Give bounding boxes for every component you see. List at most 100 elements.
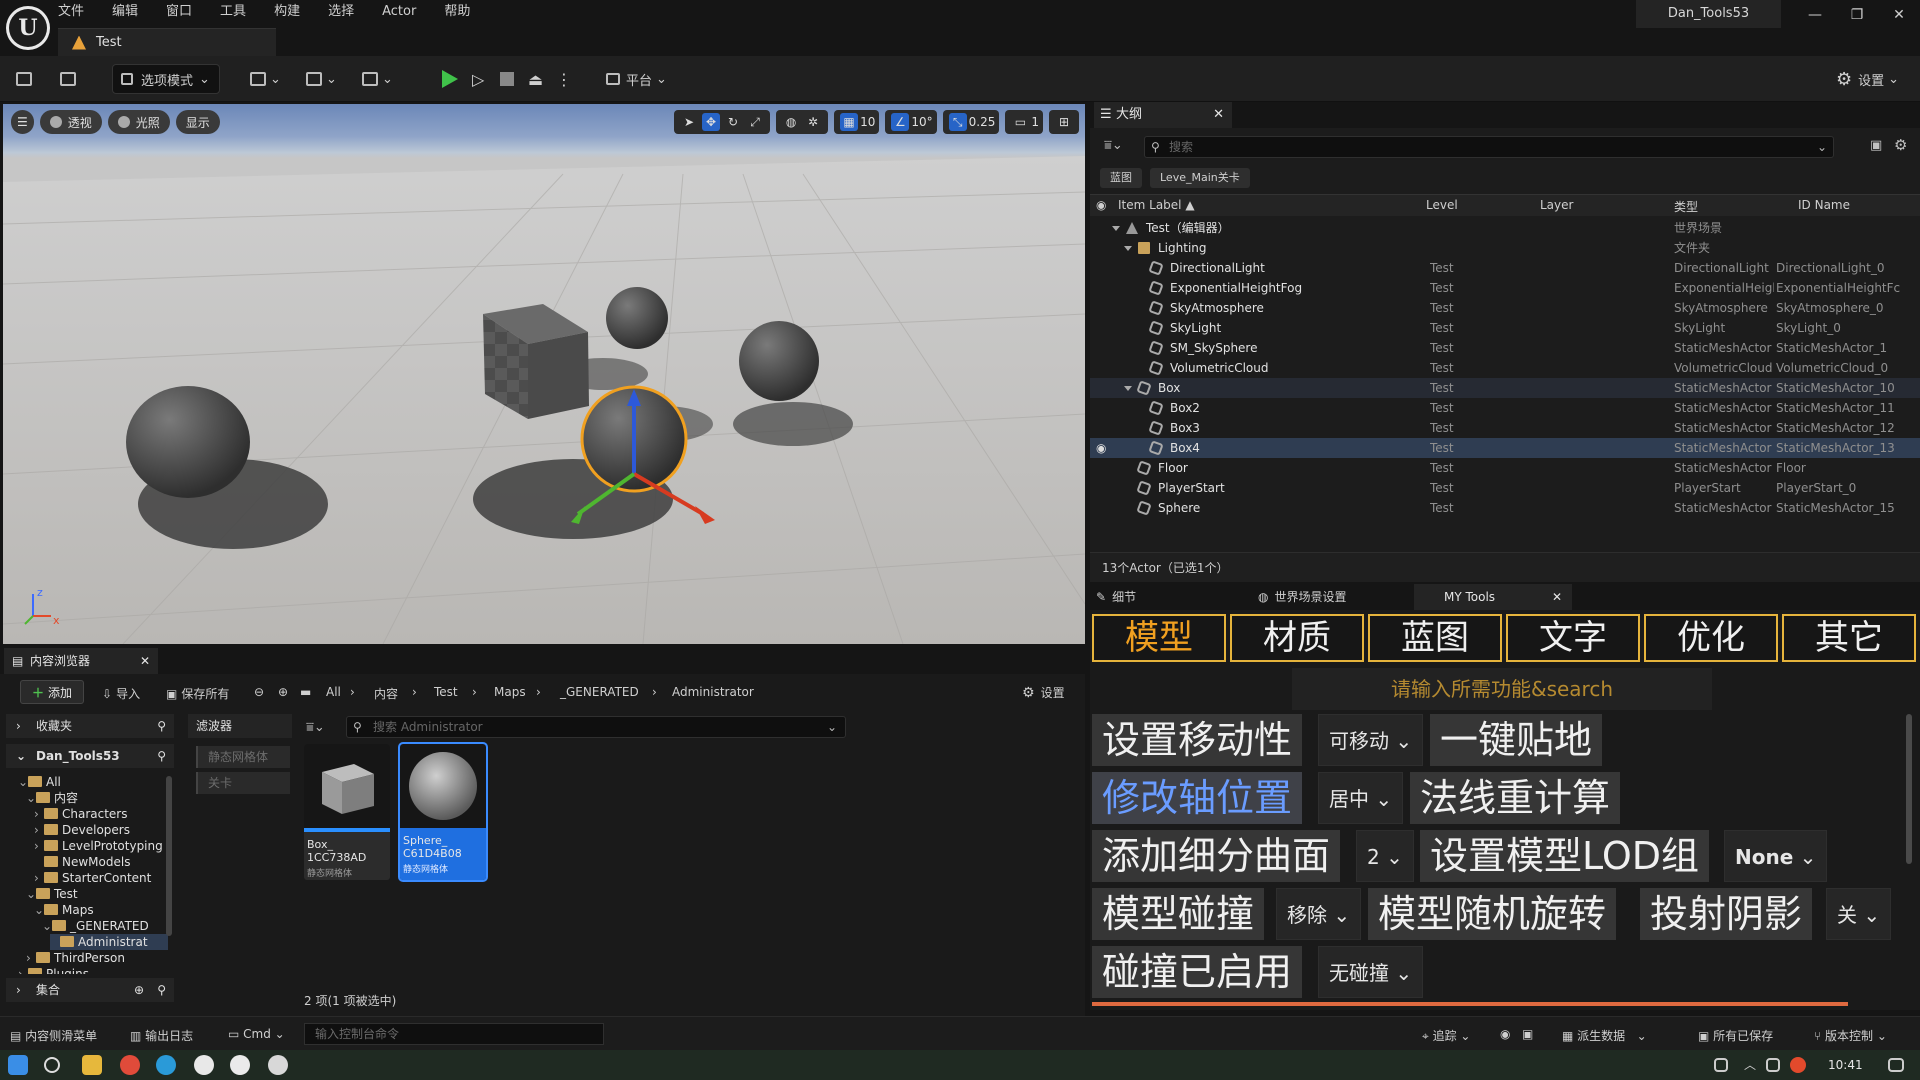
console-input[interactable]: 输入控制台命令 (304, 1023, 604, 1045)
notification-icon[interactable] (1888, 1058, 1904, 1072)
expand-arrow-icon[interactable]: › (34, 822, 44, 838)
search-icon[interactable] (44, 1057, 60, 1073)
content-drawer-button[interactable]: ▤ 内容侧滑菜单 (10, 1027, 97, 1044)
expand-arrow-icon[interactable]: ⌄ (18, 774, 28, 790)
breadcrumb-test[interactable]: Test (434, 685, 458, 699)
expand-arrow-icon[interactable] (1124, 246, 1132, 251)
browse-icon[interactable] (60, 64, 76, 94)
import-button[interactable]: ⇩ 导入 (102, 685, 140, 702)
recompute-normals-button[interactable]: 法线重计算 (1410, 772, 1621, 824)
outliner-row[interactable]: SkyLight Test SkyLight SkyLight_0 (1090, 318, 1920, 338)
folder-item[interactable]: › Plugins (18, 966, 89, 974)
folder-item[interactable]: › ThirdPerson (26, 950, 125, 966)
category-other[interactable]: 其它 (1782, 614, 1916, 662)
folder-item[interactable]: NewModels (34, 854, 130, 870)
filter-static-mesh[interactable]: 静态网格体 (196, 746, 290, 768)
outliner-row[interactable]: Box3 Test StaticMeshActor StaticMeshActor_1… (1090, 418, 1920, 438)
asset-tile-sphere[interactable]: Sphere_ C61D4B08 静态网格体 (398, 742, 488, 882)
cinematics-icon[interactable]: ⌄ (362, 64, 393, 94)
my-tools-search-input[interactable]: 请输入所需功能&search (1292, 668, 1712, 710)
menu-file[interactable]: 文件 (58, 0, 84, 24)
world-icon[interactable]: ◍ (782, 113, 800, 131)
random-rotate-button[interactable]: 模型随机旋转 (1368, 888, 1617, 940)
play-button[interactable] (442, 64, 458, 94)
outliner-row[interactable]: SkyAtmosphere Test SkyAtmosphere SkyAtmosph… (1090, 298, 1920, 318)
expand-arrow-icon[interactable]: ⌄ (42, 918, 52, 934)
category-model[interactable]: 模型 (1092, 614, 1226, 662)
folder-item[interactable]: ⌄ 内容 (26, 790, 78, 806)
outliner-search-input[interactable]: ⚲ 搜索 ⌄ (1144, 136, 1834, 158)
search-icon[interactable]: ⚲ (157, 978, 166, 1002)
add-collection-icon[interactable]: ⊕ (134, 978, 144, 1002)
save-icon[interactable] (16, 64, 32, 94)
derived-data-button[interactable]: ▦ 派生数据 ⌄ (1562, 1027, 1647, 1044)
outliner-row[interactable]: PlayerStart Test PlayerStart PlayerStart_0 (1090, 478, 1920, 498)
wifi-icon[interactable] (1766, 1058, 1780, 1072)
expand-arrow-icon[interactable]: › (34, 870, 44, 886)
pivot-dropdown[interactable]: 居中 ⌄ (1318, 772, 1404, 824)
show-button[interactable]: 显示 (175, 110, 220, 134)
collision-enabled-button[interactable]: 碰撞已启用 (1092, 946, 1303, 998)
platform-button[interactable]: 平台 ⌄ (606, 64, 667, 94)
add-folder-icon[interactable]: ▣ (1870, 138, 1882, 153)
folder-item[interactable]: › LevelPrototyping (34, 838, 163, 854)
layout-icon[interactable]: ⊞ (1049, 110, 1079, 134)
breadcrumb-generated[interactable]: _GENERATED (560, 685, 639, 699)
gear-icon[interactable]: ⚙ (1894, 136, 1907, 154)
set-mobility-button[interactable]: 设置移动性 (1092, 714, 1303, 766)
collections-section[interactable]: › 集合 ⊕ ⚲ (6, 978, 174, 1002)
expand-arrow-icon[interactable] (1124, 386, 1132, 391)
all-saved-status[interactable]: ▣ 所有已保存 (1698, 1027, 1773, 1044)
menu-window[interactable]: 窗口 (166, 0, 192, 24)
snap-to-ground-button[interactable]: 一键贴地 (1430, 714, 1603, 766)
close-icon[interactable]: ✕ (1213, 102, 1224, 128)
category-blueprint[interactable]: 蓝图 (1368, 614, 1502, 662)
close-icon[interactable]: ✕ (140, 648, 150, 674)
forward-icon[interactable]: ⊕ (278, 685, 288, 699)
outliner-row[interactable]: Box2 Test StaticMeshActor StaticMeshActor_1… (1090, 398, 1920, 418)
settings-button[interactable]: ⚙ 设置 ⌄ (1836, 64, 1899, 94)
chip-level[interactable]: Leve_Main关卡 (1150, 168, 1250, 188)
restore-button[interactable]: ❐ (1840, 4, 1874, 26)
rotate-icon[interactable]: ↻ (724, 113, 742, 131)
antivirus-icon[interactable] (1790, 1057, 1806, 1073)
expand-arrow-icon[interactable]: ⌄ (26, 790, 36, 806)
cast-shadow-button[interactable]: 投射阴影 (1640, 888, 1813, 940)
search-icon[interactable]: ⚲ (157, 744, 166, 768)
expand-arrow-icon[interactable]: › (18, 966, 28, 974)
eject-button[interactable]: ⏏ (528, 64, 543, 94)
visibility-icon[interactable]: ◉ (1096, 438, 1106, 458)
project-section[interactable]: ⌄ Dan_Tools53 ⚲ (6, 744, 174, 768)
screenshot-icon[interactable]: ▣ (1522, 1027, 1533, 1041)
add-button[interactable]: ＋ 添加 (20, 680, 84, 704)
menu-edit[interactable]: 编辑 (112, 0, 138, 24)
output-log-button[interactable]: ▥ 输出日志 (130, 1027, 193, 1044)
tree-scrollbar[interactable] (166, 776, 172, 936)
asset-tile-box[interactable]: Box_ 1CC738AD 静态网格体 (304, 744, 390, 880)
header-item-label[interactable]: Item Label ▲ (1118, 198, 1195, 212)
minimize-button[interactable]: — (1798, 4, 1832, 26)
perspective-button[interactable]: 透视 (39, 110, 102, 134)
play-options-button[interactable]: ⋮ (556, 64, 572, 94)
cmd-dropdown[interactable]: ▭ Cmd ⌄ (228, 1027, 285, 1041)
search-icon[interactable]: ⚲ (157, 714, 166, 738)
chip-blueprint[interactable]: 蓝图 (1100, 168, 1142, 188)
outliner-row[interactable]: Sphere Test StaticMeshActor StaticMeshActor… (1090, 498, 1920, 518)
set-lod-group-button[interactable]: 设置模型LOD组 (1420, 830, 1709, 882)
tab-details[interactable]: ✎ 细节 (1096, 584, 1246, 610)
add-actor-icon[interactable]: ⌄ (250, 64, 281, 94)
header-level[interactable]: Level (1426, 198, 1458, 212)
content-settings-button[interactable]: ⚙ 设置 (1022, 684, 1065, 701)
outliner-row[interactable]: ExponentialHeightFog Test ExponentialHeigh… (1090, 278, 1920, 298)
viewport-menu-icon[interactable]: ☰ (11, 110, 34, 134)
windows-start-icon[interactable] (8, 1055, 28, 1075)
grid-snap-group[interactable]: ▦ 10 (834, 110, 880, 134)
my-tools-scrollbar[interactable] (1906, 714, 1912, 864)
filter-level[interactable]: 关卡 (196, 772, 290, 794)
folder-item[interactable]: ⌄ Test (26, 886, 78, 902)
close-button[interactable]: ✕ (1882, 4, 1916, 26)
subdivision-dropdown[interactable]: 2 ⌄ (1356, 830, 1414, 882)
record-icon[interactable]: ◉ (1500, 1027, 1510, 1041)
category-material[interactable]: 材质 (1230, 614, 1364, 662)
menu-help[interactable]: 帮助 (444, 0, 470, 24)
